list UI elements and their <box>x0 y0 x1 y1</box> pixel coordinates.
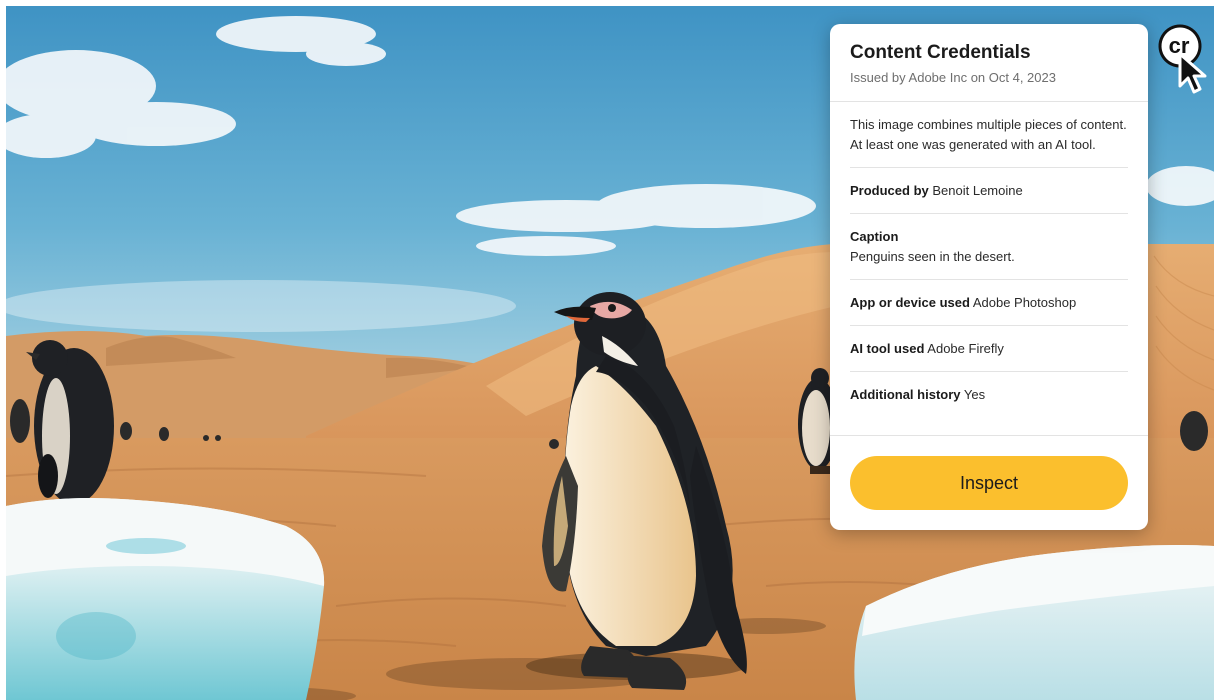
app-used-value: Adobe Photoshop <box>972 295 1077 310</box>
content-credentials-icon[interactable]: cr <box>1158 24 1212 96</box>
panel-body: This image combines multiple pieces of c… <box>830 102 1148 417</box>
image-frame: Content Credentials Issued by Adobe Inc … <box>6 6 1214 700</box>
ice-block-left <box>6 498 325 700</box>
produced-by-section: Produced by Benoit Lemoine <box>850 168 1128 214</box>
caption-value: Penguins seen in the desert. <box>850 249 1015 264</box>
caption-section: Caption Penguins seen in the desert. <box>850 214 1128 280</box>
produced-by-label: Produced by <box>850 183 929 198</box>
history-label: Additional history <box>850 387 961 402</box>
ai-tool-value: Adobe Firefly <box>927 341 1004 356</box>
inspect-button[interactable]: Inspect <box>850 456 1128 510</box>
ai-tool-label: AI tool used <box>850 341 925 356</box>
panel-title: Content Credentials <box>850 42 1031 63</box>
content-credentials-panel: Content Credentials Issued by Adobe Inc … <box>830 24 1148 530</box>
app-used-label: App or device used <box>850 295 970 310</box>
summary-text: This image combines multiple pieces of c… <box>850 117 1127 152</box>
app-used-section: App or device used Adobe Photoshop <box>850 280 1128 326</box>
history-value: Yes <box>963 387 986 402</box>
summary-section: This image combines multiple pieces of c… <box>850 102 1128 168</box>
ai-tool-section: AI tool used Adobe Firefly <box>850 326 1128 372</box>
produced-by-value: Benoit Lemoine <box>932 183 1023 198</box>
issued-by-text: Issued by Adobe Inc on Oct 4, 2023 <box>850 70 1056 85</box>
history-section: Additional history Yes <box>850 372 1128 417</box>
panel-header: Content Credentials Issued by Adobe Inc … <box>830 24 1148 102</box>
caption-label: Caption <box>850 229 899 244</box>
panel-footer: Inspect <box>830 435 1148 530</box>
